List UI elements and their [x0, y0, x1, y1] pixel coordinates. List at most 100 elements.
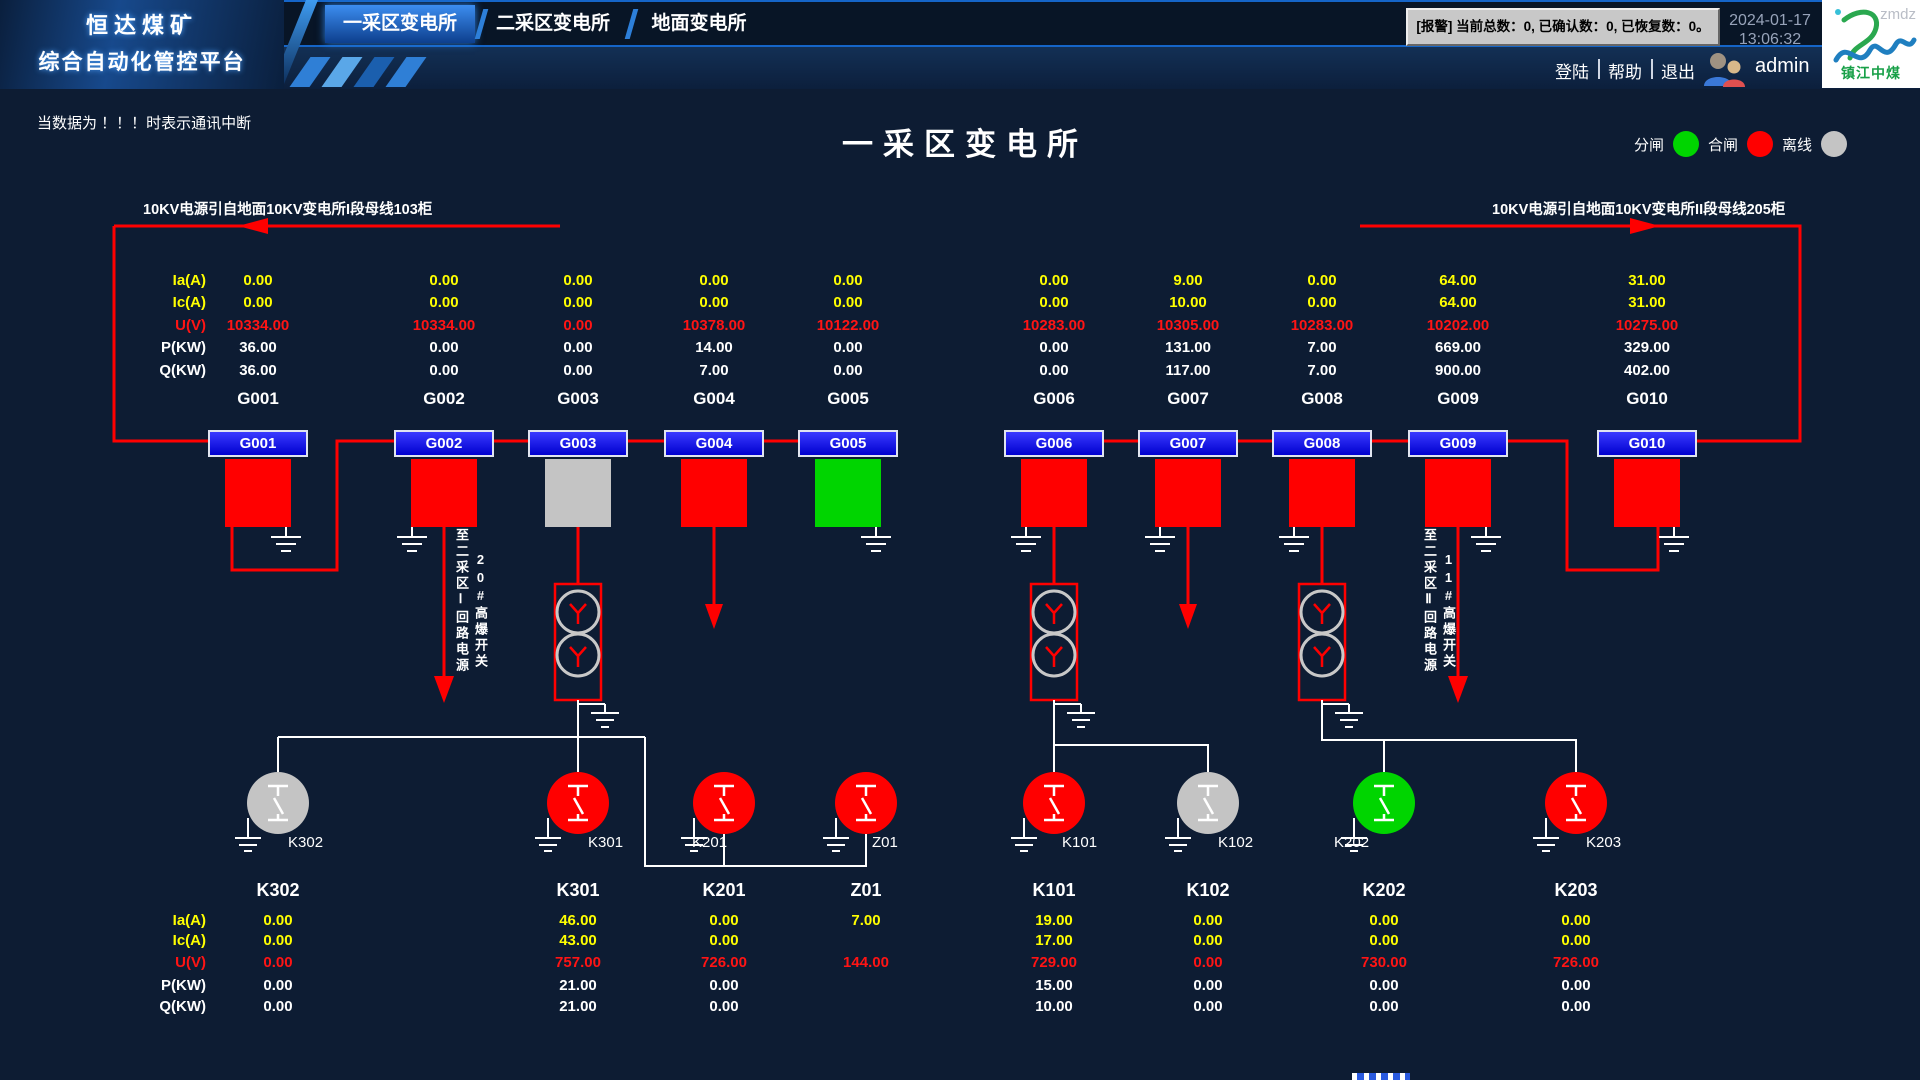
device-name: K102: [1148, 880, 1268, 901]
help-link[interactable]: 帮助: [1608, 58, 1642, 83]
feeder-name: G006: [994, 389, 1114, 409]
time-text: 13:06:32: [1722, 30, 1818, 49]
feeder-button-G004[interactable]: G004: [664, 430, 764, 457]
value-ia: 0.00: [1516, 912, 1636, 929]
comm-interrupt-note: 当数据为 ！！！时表示通讯中断: [37, 112, 251, 133]
value-p: 0.00: [788, 339, 908, 356]
breaker-K301[interactable]: [547, 772, 609, 834]
value-ia: 0.00: [664, 912, 784, 929]
left-source-label: 10KV电源引自地面10KV变电所I段母线103柜: [143, 198, 432, 219]
breaker-K201[interactable]: [693, 772, 755, 834]
row-label-p: P(KW): [120, 977, 206, 994]
breaker-Z01[interactable]: [835, 772, 897, 834]
value-ia: 0.00: [1148, 912, 1268, 929]
feeder-button-G003[interactable]: G003: [528, 430, 628, 457]
feeder-state-G008[interactable]: [1289, 459, 1355, 527]
feeder-state-G005[interactable]: [815, 459, 881, 527]
value-ic: 0.00: [384, 294, 504, 311]
value-q: 0.00: [1148, 998, 1268, 1015]
feeder-state-G003[interactable]: [545, 459, 611, 527]
transformer-g006: [1031, 584, 1077, 700]
breaker-K202[interactable]: [1353, 772, 1415, 834]
tab-substation-area2[interactable]: 二采区变电所: [489, 5, 617, 43]
feeder-name: G010: [1587, 389, 1707, 409]
breaker-K302[interactable]: [247, 772, 309, 834]
feeder-button-G007[interactable]: G007: [1138, 430, 1238, 457]
value-u: 729.00: [994, 954, 1114, 971]
value-q: 0.00: [1516, 998, 1636, 1015]
feeder-state-G004[interactable]: [681, 459, 747, 527]
logout-link[interactable]: 退出: [1661, 58, 1695, 83]
value-ic: 0.00: [218, 932, 338, 949]
page-title: 一采区变电所: [715, 119, 1215, 164]
value-u: 10305.00: [1128, 317, 1248, 334]
value-ia: 31.00: [1587, 272, 1707, 289]
device-label-K202: K202: [1334, 834, 1369, 851]
value-q: 117.00: [1128, 362, 1248, 379]
clipped-bottom-element[interactable]: [1352, 1073, 1410, 1080]
value-ic: 0.00: [518, 294, 638, 311]
value-p: 0.00: [1324, 977, 1444, 994]
device-name: K302: [218, 880, 338, 901]
value-ia: 0.00: [1262, 272, 1382, 289]
feeder-button-G001[interactable]: G001: [208, 430, 308, 457]
feeder-state-G002[interactable]: [411, 459, 477, 527]
logo-company-name: 镇江中煤: [1822, 63, 1920, 83]
tab-substation-surface[interactable]: 地面变电所: [645, 5, 753, 43]
alarm-status-bar[interactable]: [报警] 当前总数：0, 已确认数：0, 已恢复数：0。: [1406, 8, 1720, 46]
row-label-u: U(V): [120, 954, 206, 971]
feeder-state-G010[interactable]: [1614, 459, 1680, 527]
device-label-K203: K203: [1586, 834, 1621, 851]
scada-screen: 恒达煤矿 综合自动化管控平台 一采区变电所 二采区变电所 地面变电所 [报警] …: [0, 0, 1920, 1080]
login-link[interactable]: 登陆: [1555, 58, 1589, 83]
value-ic: 31.00: [1587, 294, 1707, 311]
value-ic: 10.00: [1128, 294, 1248, 311]
feeder-state-G009[interactable]: [1425, 459, 1491, 527]
value-p: 669.00: [1398, 339, 1518, 356]
value-q: 0.00: [384, 362, 504, 379]
device-name: K201: [664, 880, 784, 901]
value-p: 15.00: [994, 977, 1114, 994]
app-logo-panel: 恒达煤矿 综合自动化管控平台: [0, 0, 284, 89]
feeder-state-G001[interactable]: [225, 459, 291, 527]
device-label-K101: K101: [1062, 834, 1097, 851]
value-ic: 43.00: [518, 932, 638, 949]
legend-open-label: 分闸: [1634, 134, 1664, 155]
value-u: 10334.00: [384, 317, 504, 334]
value-u: 757.00: [518, 954, 638, 971]
feeder-button-G008[interactable]: G008: [1272, 430, 1372, 457]
app-title-line1: 恒达煤矿: [0, 8, 284, 40]
value-p: 36.00: [198, 339, 318, 356]
feeder-button-G009[interactable]: G009: [1408, 430, 1508, 457]
feeder-button-G006[interactable]: G006: [1004, 430, 1104, 457]
row-label-ic: Ic(A): [120, 932, 206, 949]
value-ia: 64.00: [1398, 272, 1518, 289]
value-q: 0.00: [788, 362, 908, 379]
link-divider: [1598, 59, 1600, 79]
value-q: 0.00: [518, 362, 638, 379]
feeder-button-G010[interactable]: G010: [1597, 430, 1697, 457]
breaker-K102[interactable]: [1177, 772, 1239, 834]
breaker-K101[interactable]: [1023, 772, 1085, 834]
feeder-state-G006[interactable]: [1021, 459, 1087, 527]
value-u: 726.00: [664, 954, 784, 971]
feeder-button-G005[interactable]: G005: [798, 430, 898, 457]
value-q: 0.00: [664, 998, 784, 1015]
feeder-name: G001: [198, 389, 318, 409]
legend-offline-dot: [1821, 131, 1847, 157]
value-ic: 0.00: [654, 294, 774, 311]
value-ia: 7.00: [806, 912, 926, 929]
branch-note-left-switch: 20#高爆开关: [471, 552, 490, 712]
tab-substation-area1[interactable]: 一采区变电所: [325, 5, 475, 43]
feeder-name: G002: [384, 389, 504, 409]
feeder-button-G002[interactable]: G002: [394, 430, 494, 457]
value-q: 0.00: [1324, 998, 1444, 1015]
value-u: 0.00: [218, 954, 338, 971]
value-ia: 46.00: [518, 912, 638, 929]
breaker-K203[interactable]: [1545, 772, 1607, 834]
feeder-state-G007[interactable]: [1155, 459, 1221, 527]
user-avatar-icon[interactable]: [1700, 52, 1748, 88]
feeder-name: G005: [788, 389, 908, 409]
link-divider: [1651, 59, 1653, 79]
value-u: 10122.00: [788, 317, 908, 334]
